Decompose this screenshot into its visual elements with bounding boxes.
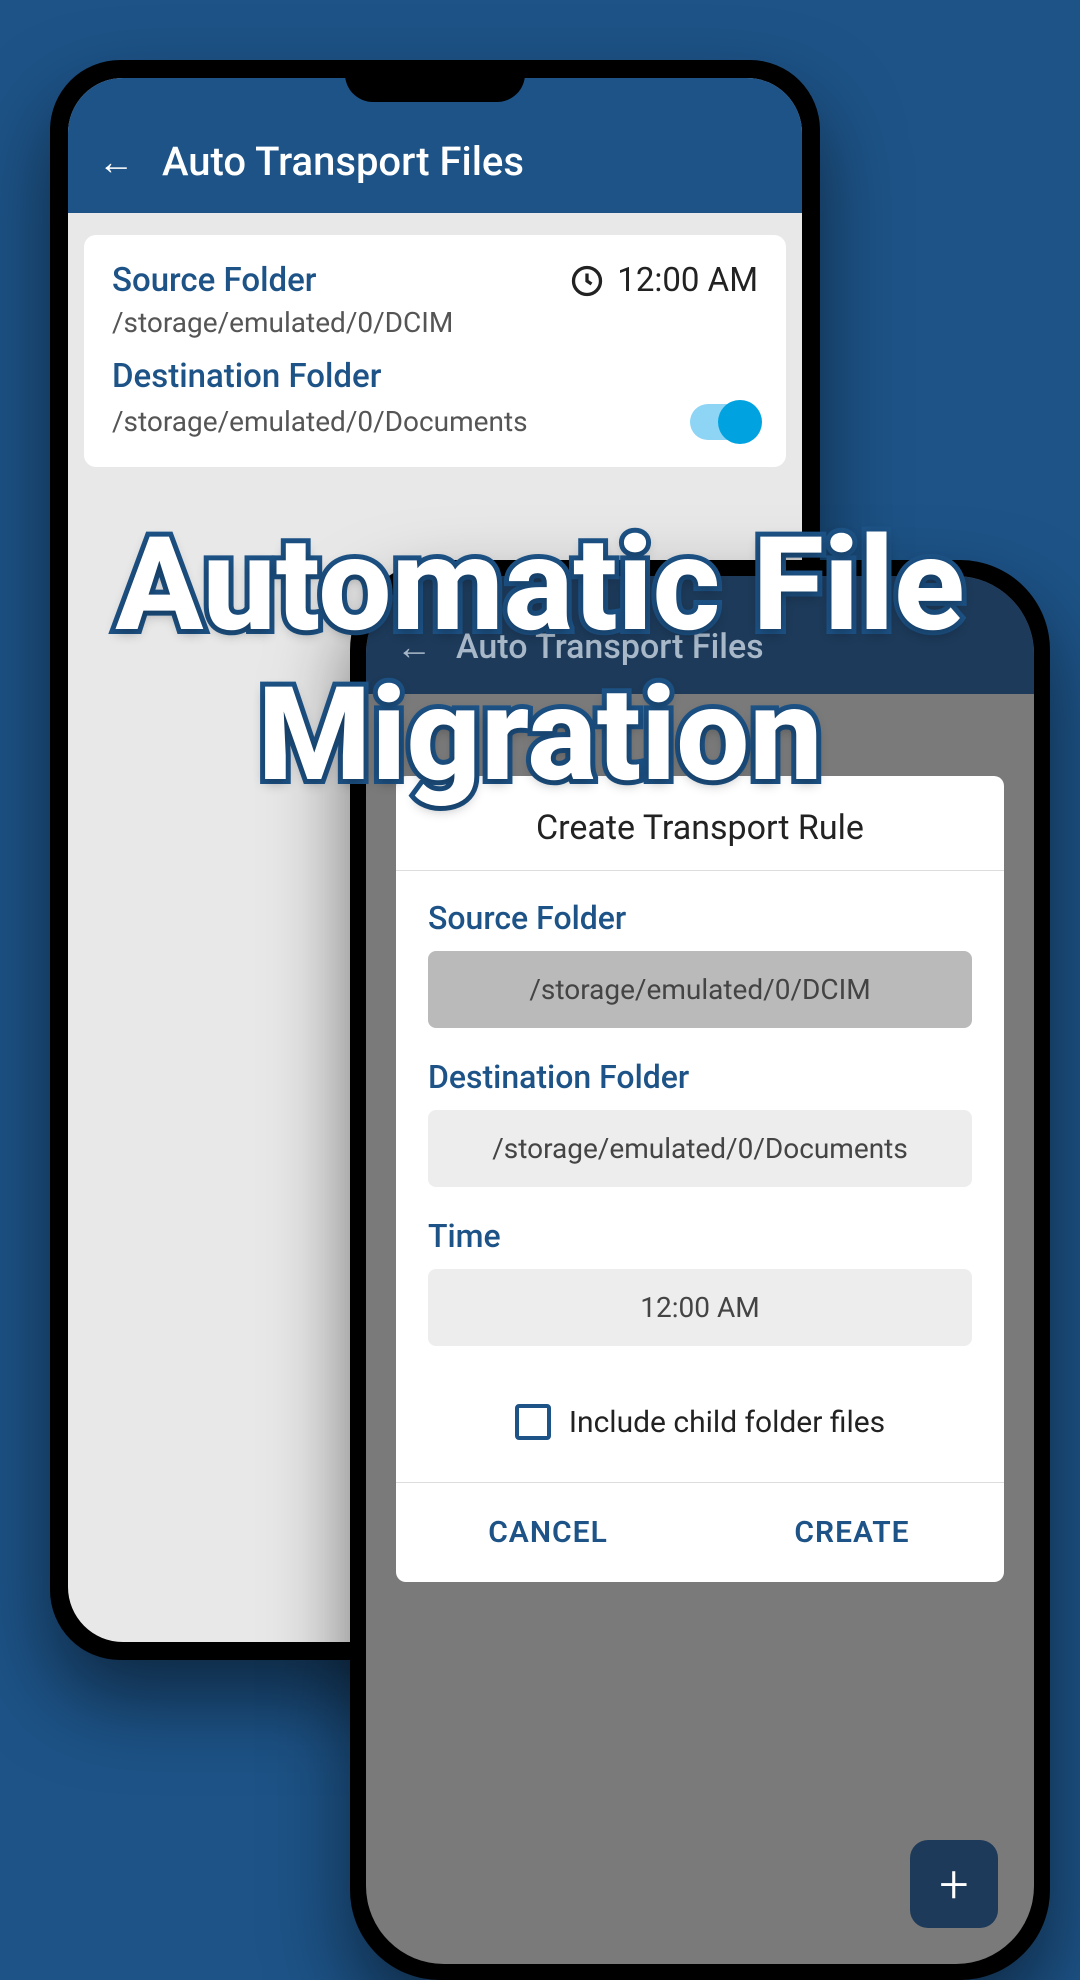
create-button[interactable]: CREATE (700, 1483, 1004, 1582)
destination-folder-label: Destination Folder (428, 1058, 972, 1096)
plus-icon: + (939, 1854, 968, 1915)
create-rule-dialog: Create Transport Rule Source Folder /sto… (396, 776, 1004, 1582)
destination-folder-input[interactable]: /storage/emulated/0/Documents (428, 1110, 972, 1187)
destination-path: /storage/emulated/0/Documents (112, 402, 528, 441)
enable-toggle[interactable] (690, 404, 758, 440)
time-text: 12:00 AM (617, 261, 758, 300)
back-arrow-icon[interactable]: ← (98, 141, 134, 183)
clock-icon (569, 263, 605, 299)
include-children-row[interactable]: Include child folder files (428, 1376, 972, 1472)
phone-notch (345, 60, 525, 102)
transport-rule-card[interactable]: Source Folder 12:00 AM /storage/emulated… (84, 235, 786, 467)
time-label: Time (428, 1217, 972, 1255)
source-folder-label: Source Folder (428, 899, 972, 937)
dialog-body: Source Folder /storage/emulated/0/DCIM D… (396, 871, 1004, 1482)
promo-title: Automatic File Migration (0, 510, 1080, 809)
header-title: Auto Transport Files (162, 138, 524, 185)
destination-folder-label: Destination Folder (112, 357, 758, 396)
checkbox-label: Include child folder files (569, 1405, 885, 1440)
dialog-actions: CANCEL CREATE (396, 1482, 1004, 1582)
source-folder-label: Source Folder (112, 261, 316, 300)
source-folder-input[interactable]: /storage/emulated/0/DCIM (428, 951, 972, 1028)
checkbox-icon[interactable] (515, 1404, 551, 1440)
source-path: /storage/emulated/0/DCIM (112, 306, 758, 339)
cancel-button[interactable]: CANCEL (396, 1483, 700, 1582)
schedule-time: 12:00 AM (569, 261, 758, 300)
card-bottom-row: /storage/emulated/0/Documents (112, 402, 758, 441)
promo-line1: Automatic File (0, 510, 1080, 660)
add-fab-button[interactable]: + (910, 1840, 998, 1928)
time-input[interactable]: 12:00 AM (428, 1269, 972, 1346)
card-top-row: Source Folder 12:00 AM (112, 261, 758, 300)
promo-line2: Migration (0, 660, 1080, 810)
